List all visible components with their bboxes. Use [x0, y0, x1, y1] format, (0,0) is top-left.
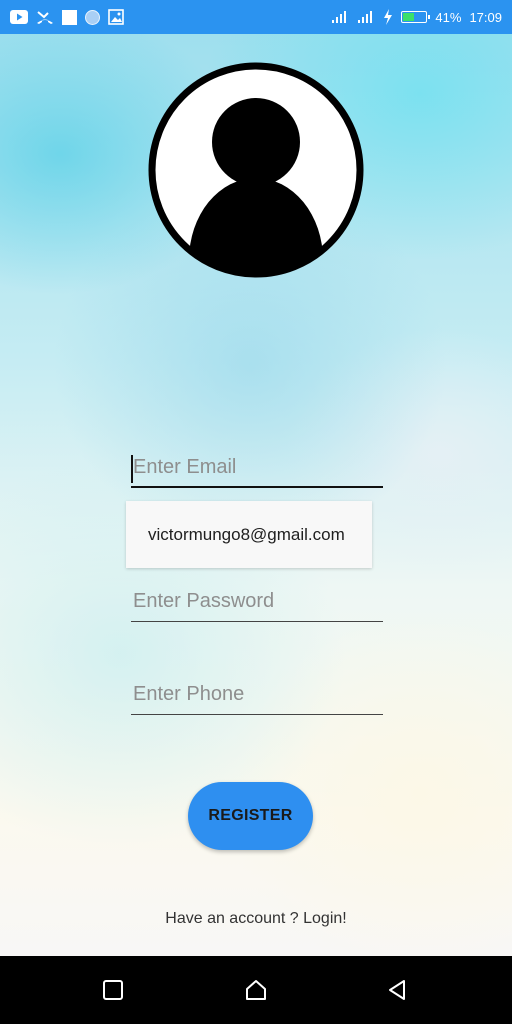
youtube-icon [10, 10, 28, 24]
square-notification-icon [62, 9, 77, 25]
signal-icon [358, 11, 373, 23]
status-bar: 41% 17:09 [0, 0, 512, 34]
login-link[interactable]: Have an account ? Login! [0, 910, 512, 928]
register-screen: victormungo8@gmail.com REGISTER Have an … [0, 34, 512, 956]
phone-input[interactable] [131, 679, 383, 715]
email-autocomplete-suggestion[interactable]: victormungo8@gmail.com [126, 501, 372, 568]
status-notifications [10, 9, 124, 25]
signal-icon [332, 11, 347, 23]
register-button[interactable]: REGISTER [188, 782, 313, 850]
recent-triangle-icon[interactable] [385, 978, 409, 1002]
navigation-bar [0, 956, 512, 1024]
status-system: 41% 17:09 [331, 9, 502, 25]
email-input[interactable] [131, 452, 383, 488]
battery-icon [401, 11, 431, 23]
circle-notification-icon [85, 9, 100, 25]
battery-percent: 41% [435, 9, 462, 25]
charging-icon [384, 9, 393, 25]
clock: 17:09 [469, 9, 502, 25]
text-caret [131, 455, 133, 483]
image-icon [108, 9, 124, 25]
user-avatar-icon [148, 62, 364, 278]
password-input[interactable] [131, 586, 383, 622]
suggestion-text: victormungo8@gmail.com [148, 524, 345, 544]
back-square-icon[interactable] [101, 978, 125, 1002]
home-icon[interactable] [244, 978, 268, 1002]
missed-call-icon [37, 11, 53, 24]
